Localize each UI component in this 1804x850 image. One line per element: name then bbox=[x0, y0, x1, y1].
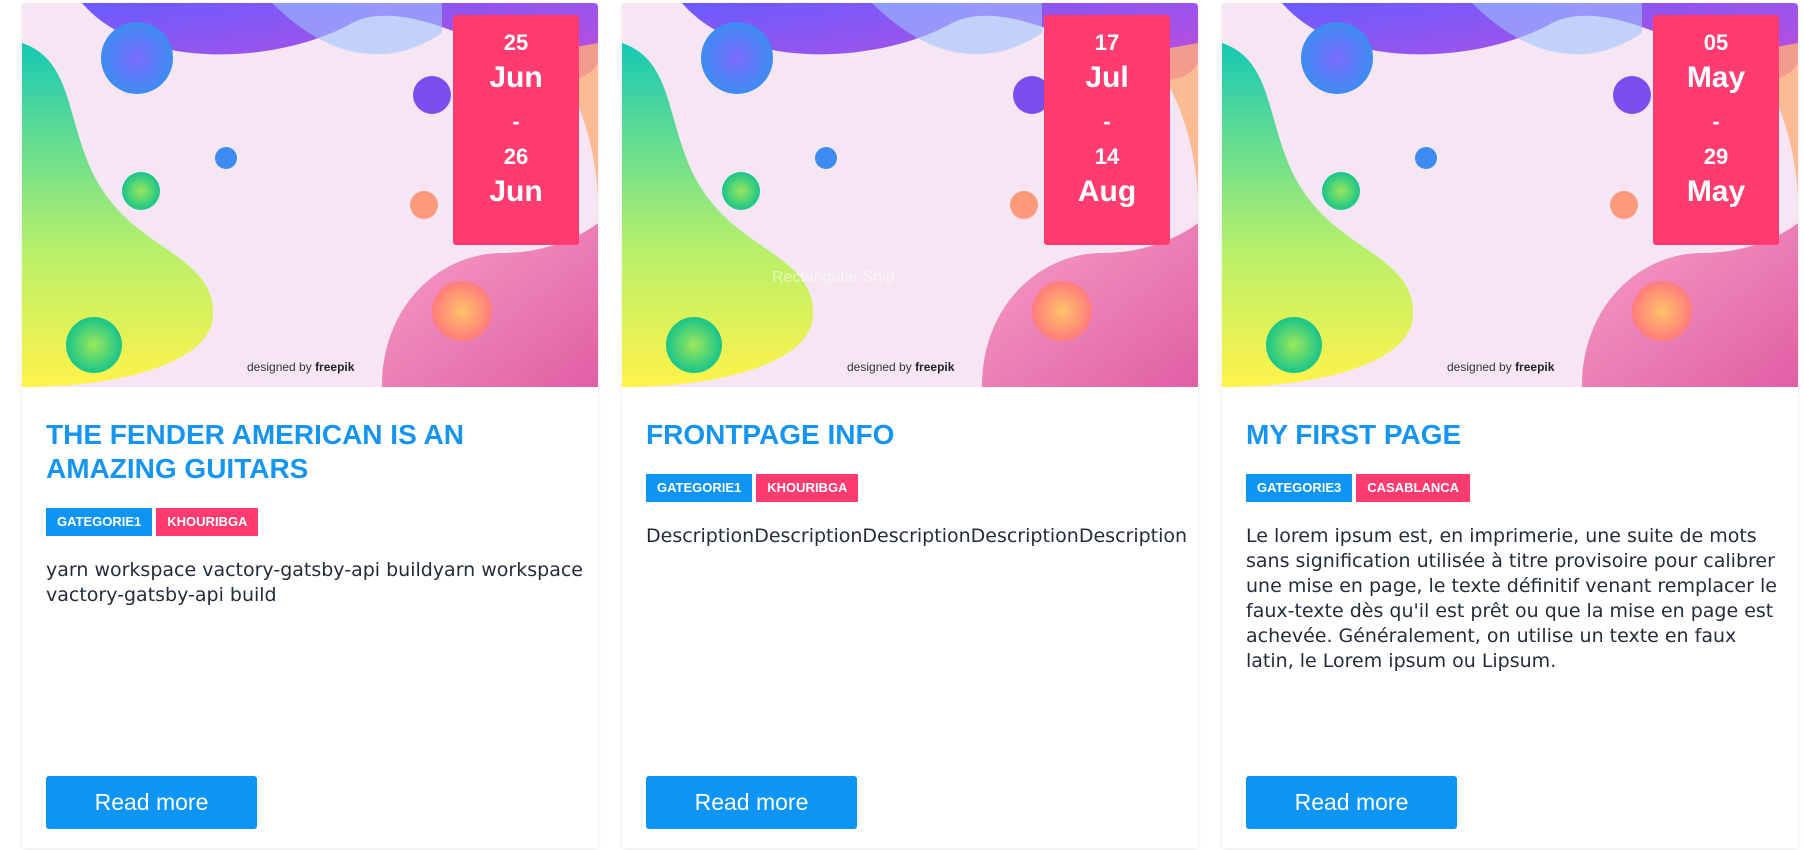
card-description: Le lorem ipsum est, en imprimerie, une s… bbox=[1246, 525, 1777, 672]
image-credit: designed by freepik bbox=[847, 360, 955, 374]
card-image: designed by freepik 05 May - 29 May bbox=[1222, 3, 1798, 387]
date-separator: - bbox=[1712, 109, 1720, 134]
end-month: May bbox=[1686, 175, 1746, 208]
category-tag[interactable]: GATEGORIE3 bbox=[1246, 474, 1353, 502]
date-separator: - bbox=[512, 109, 520, 134]
start-month: Jul bbox=[1085, 61, 1129, 94]
category-tag[interactable]: GATEGORIE1 bbox=[46, 508, 153, 536]
tag-list: GATEGORIE1 KHOURIBGA bbox=[646, 474, 1198, 502]
end-month: Jun bbox=[489, 175, 543, 208]
end-day: 26 bbox=[503, 144, 529, 169]
card-title[interactable]: THE FENDER AMERICAN IS AN AMAZING GUITAR… bbox=[46, 418, 536, 486]
image-overlay-text: Rectangular Snip bbox=[772, 269, 895, 286]
date-badge: 05 May - 29 May bbox=[1653, 15, 1779, 245]
end-day: 14 bbox=[1094, 144, 1120, 169]
read-more-button[interactable]: Read more bbox=[1246, 776, 1457, 829]
start-day: 17 bbox=[1094, 30, 1120, 55]
city-tag[interactable]: KHOURIBGA bbox=[756, 474, 859, 502]
card-title[interactable]: FRONTPAGE INFO bbox=[646, 418, 1136, 452]
card-content: THE FENDER AMERICAN IS AN AMAZING GUITAR… bbox=[46, 418, 598, 608]
read-more-button[interactable]: Read more bbox=[46, 776, 257, 829]
city-tag[interactable]: CASABLANCA bbox=[1356, 474, 1470, 502]
image-credit: designed by freepik bbox=[247, 360, 355, 374]
category-tag[interactable]: GATEGORIE1 bbox=[646, 474, 753, 502]
end-day: 29 bbox=[1703, 144, 1729, 169]
event-card-grid: designed by freepik 25 Jun - 26 Jun THE … bbox=[0, 0, 1804, 850]
card-image: Rectangular Snip designed by freepik 17 … bbox=[622, 3, 1198, 387]
date-badge: 17 Jul - 14 Aug bbox=[1044, 15, 1170, 245]
start-day: 25 bbox=[503, 30, 529, 55]
date-badge: 25 Jun - 26 Jun bbox=[453, 15, 579, 245]
image-credit: designed by freepik bbox=[1447, 360, 1555, 374]
start-month: Jun bbox=[489, 61, 543, 94]
event-card: Rectangular Snip designed by freepik 17 … bbox=[622, 3, 1198, 848]
card-description: yarn workspace vactory-gatsby-api buildy… bbox=[46, 559, 583, 606]
city-tag[interactable]: KHOURIBGA bbox=[156, 508, 259, 536]
card-title[interactable]: MY FIRST PAGE bbox=[1246, 418, 1736, 452]
start-month: May bbox=[1686, 61, 1746, 94]
card-description: DescriptionDescriptionDescriptionDescrip… bbox=[646, 525, 1188, 547]
tag-list: GATEGORIE3 CASABLANCA bbox=[1246, 474, 1798, 502]
card-content: FRONTPAGE INFO GATEGORIE1 KHOURIBGA Desc… bbox=[646, 418, 1198, 549]
event-card: designed by freepik 25 Jun - 26 Jun THE … bbox=[22, 3, 598, 848]
tag-list: GATEGORIE1 KHOURIBGA bbox=[46, 508, 598, 536]
read-more-button[interactable]: Read more bbox=[646, 776, 857, 829]
event-card: designed by freepik 05 May - 29 May MY F… bbox=[1222, 3, 1798, 848]
card-image: designed by freepik 25 Jun - 26 Jun bbox=[22, 3, 598, 387]
end-month: Aug bbox=[1077, 175, 1137, 208]
start-day: 05 bbox=[1703, 30, 1729, 55]
card-content: MY FIRST PAGE GATEGORIE3 CASABLANCA Le l… bbox=[1246, 418, 1798, 674]
date-separator: - bbox=[1103, 109, 1111, 134]
